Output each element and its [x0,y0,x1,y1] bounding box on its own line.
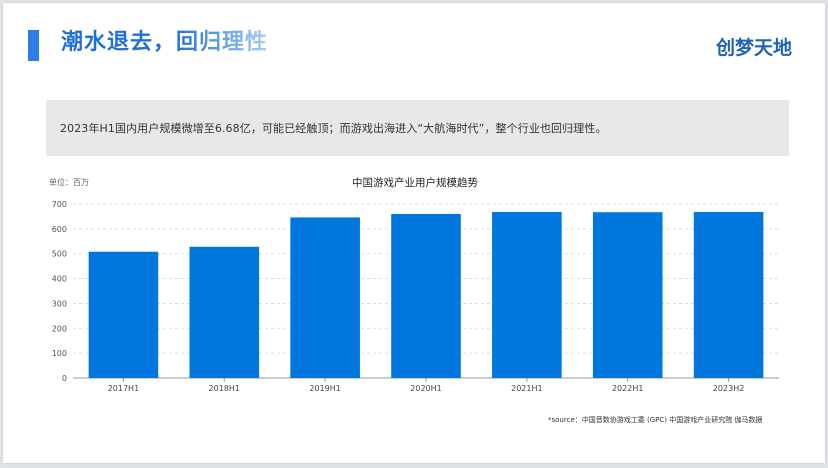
bar [189,246,260,378]
slide: 潮水退去，回归理性 创梦天地 2023年H1国内用户规模微增至6.68亿，可能已… [3,3,825,463]
bar [492,211,562,378]
y-tick-label: 0 [62,374,67,383]
y-tick-label: 500 [52,250,67,259]
bar [592,212,663,378]
x-tick-label: 2019H1 [309,384,340,393]
x-tick-label: 2017H1 [108,384,139,393]
x-tick-label: 2022H1 [612,384,643,393]
bar [391,213,461,378]
bar [88,251,159,378]
y-tick-label: 600 [52,225,67,234]
source-note: *source：中国音数协游戏工委 (GPC) 中国游戏产业研究院 伽马数据 [548,416,763,424]
bar [290,217,360,378]
bar [693,211,764,378]
chart-title: 中国游戏产业用户规模趋势 [352,176,478,189]
x-tick-label: 2018H1 [209,384,240,393]
x-tick-label: 2020H1 [410,384,441,393]
y-tick-label: 100 [52,349,67,358]
bar-chart: 中国游戏产业用户规模趋势 单位：百万 0 100 200 300 400 500 600 700 2… [49,176,779,393]
x-tick-label: 2023H2 [713,384,744,393]
y-tick-label: 300 [52,299,67,308]
y-tick-label: 700 [52,200,67,209]
y-tick-label: 400 [52,275,67,284]
y-tick-label: 200 [52,324,67,333]
unit-label: 单位：百万 [49,177,89,187]
x-tick-label: 2021H1 [511,384,542,393]
